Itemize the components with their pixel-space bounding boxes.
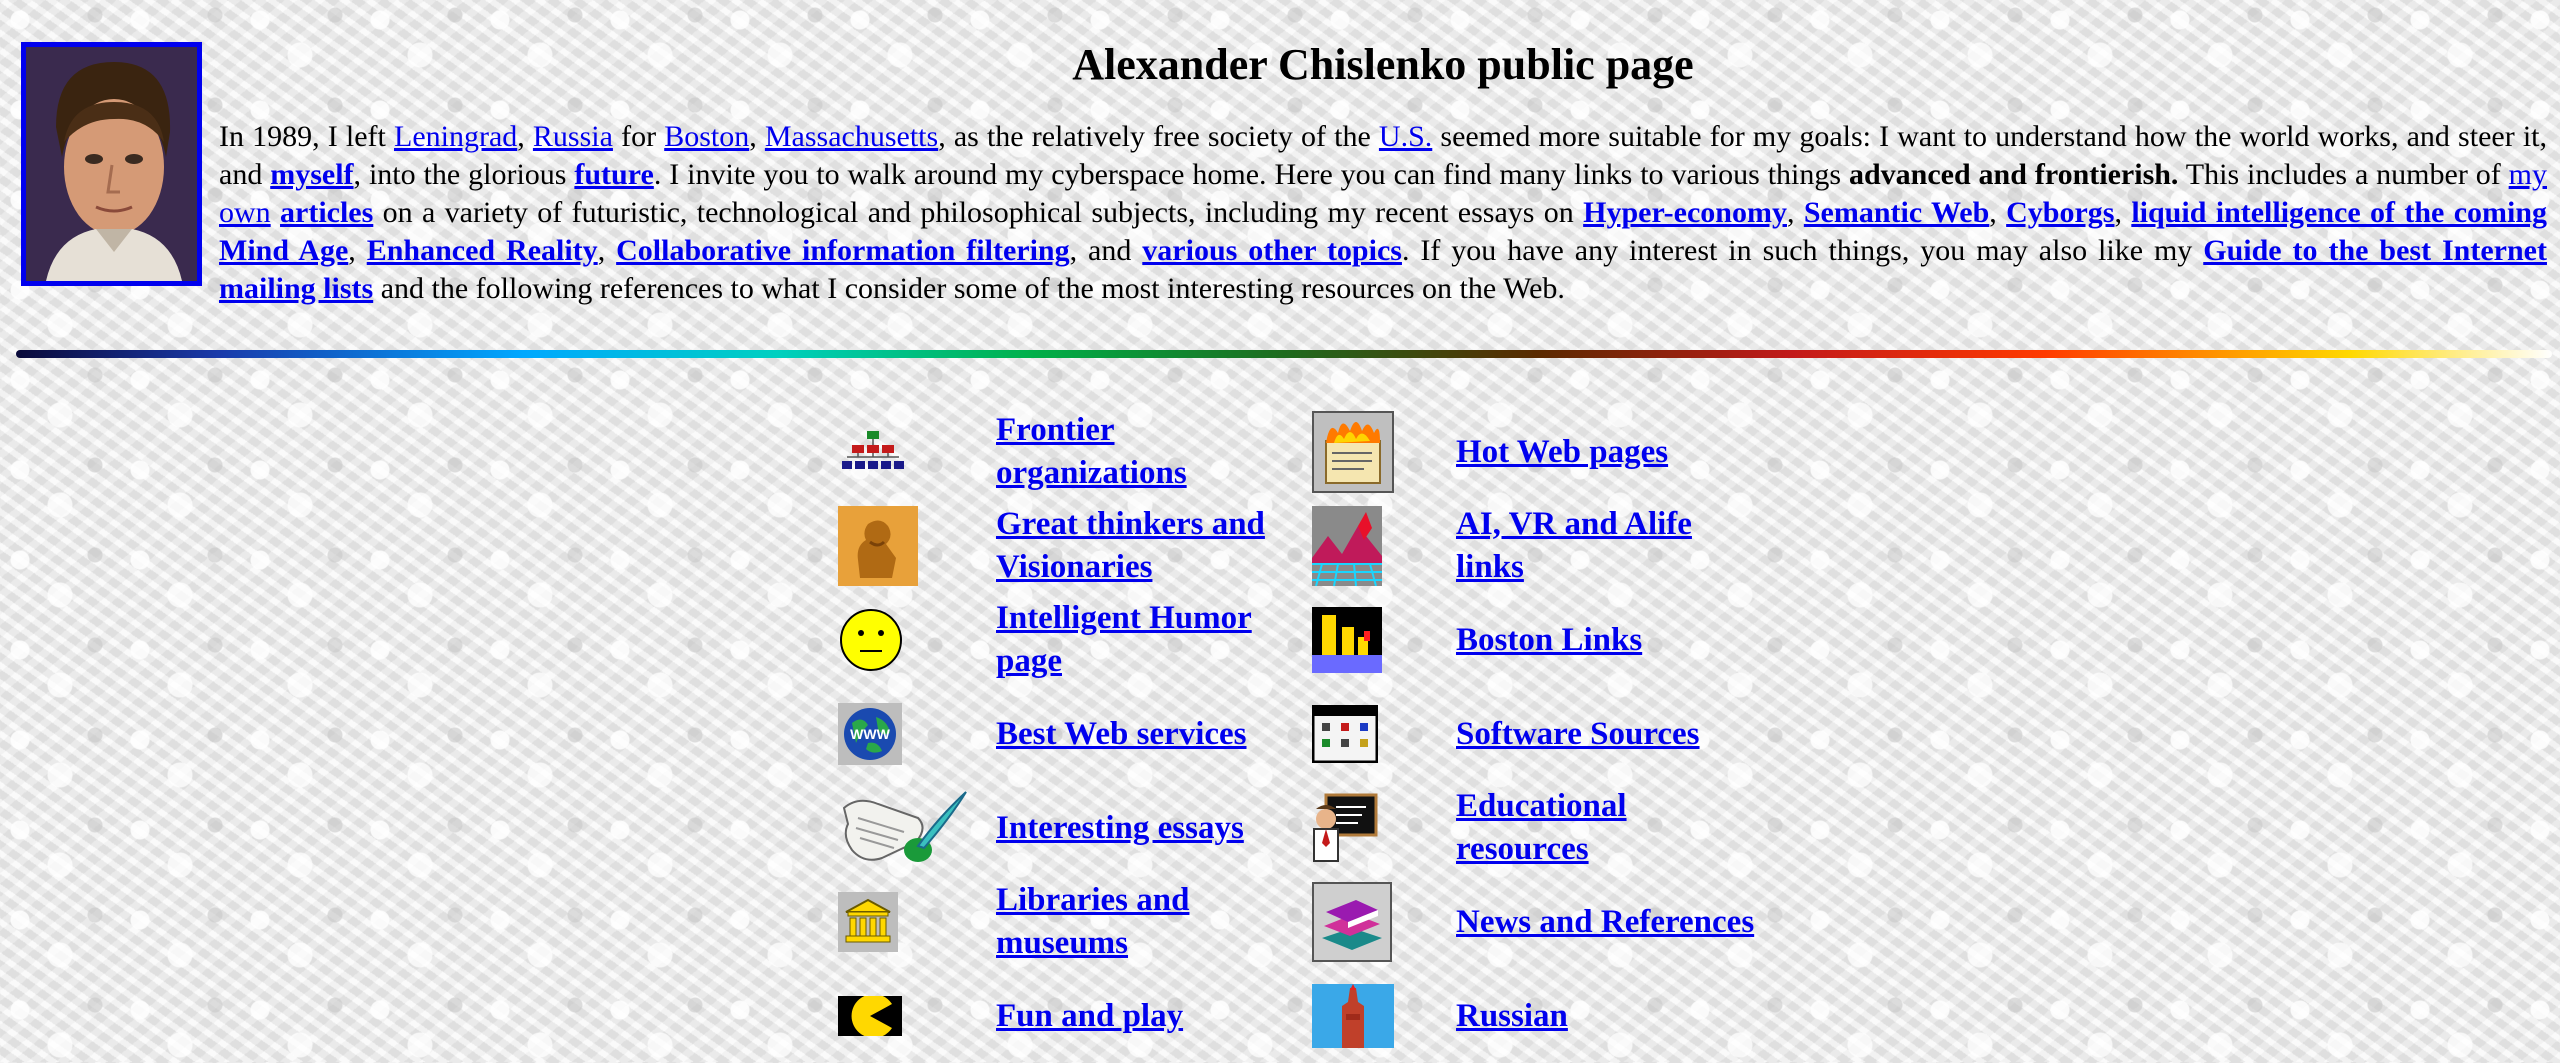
museum-building-icon[interactable] [836,875,996,969]
link-various-other-topics[interactable]: various other topics [1142,234,1402,267]
link-great-thinkers-and-visionaries[interactable]: Great thinkers and Visionaries [996,503,1296,589]
portrait-photo-image [26,47,197,281]
resource-link-cell: Best Web services [996,687,1296,781]
link-software-sources[interactable]: Software Sources [1456,713,1700,756]
link-interesting-essays[interactable]: Interesting essays [996,807,1244,850]
link-leningrad[interactable]: Leningrad [394,120,517,153]
resource-link-cell: Educational resources [1456,781,1756,875]
www-globe-icon[interactable]: WWW [836,687,996,781]
quill-scroll-icon[interactable] [836,781,996,875]
page-title: Alexander Chislenko public page [1072,40,1694,89]
link-boston[interactable]: Boston [664,120,749,153]
intro-text: and the following references to what I c… [373,272,1565,305]
link-hot-web-pages[interactable]: Hot Web pages [1456,431,1668,474]
link-boston-links[interactable]: Boston Links [1456,619,1642,662]
boston-skyline-icon[interactable] [1296,593,1456,687]
rainbow-divider [16,350,2552,358]
smiley-face-icon[interactable] [836,593,996,687]
intro-text: This includes a number of [2178,158,2509,191]
link-ai-vr-and-alife-links[interactable]: AI, VR and Alife links [1456,503,1756,589]
intro-text: . I invite you to walk around my cybersp… [653,158,1849,191]
link-semantic-web[interactable]: Semantic Web [1804,196,1989,229]
stack-of-books-icon[interactable] [1296,875,1456,969]
resource-link-cell: Boston Links [1456,593,1756,687]
intro-text: for [612,120,665,153]
link-articles[interactable]: articles [280,196,373,229]
vr-landscape-icon[interactable] [1296,499,1456,593]
intro-text: , and [1069,234,1143,267]
intro-text: , [348,234,367,267]
bold-text: advanced and frontierish. [1848,158,2179,191]
link-russian[interactable]: Russian [1456,995,1568,1038]
intro-text: , [1989,196,2007,229]
link-intelligent-humor-page[interactable]: Intelligent Humor page [996,597,1296,683]
author-portrait[interactable] [21,42,202,286]
intro-text: , [1786,196,1804,229]
russian-tower-icon[interactable] [1296,969,1456,1063]
intro-text: . If you have any interest in such thing… [1401,234,2204,267]
link-u-s[interactable]: U.S. [1379,120,1432,153]
link-cyborgs[interactable]: Cyborgs [2006,196,2114,229]
resource-link-cell: Great thinkers and Visionaries [996,499,1296,593]
link-libraries-and-museums[interactable]: Libraries and museums [996,879,1296,965]
link-best-web-services[interactable]: Best Web services [996,713,1247,756]
intro-text [271,196,280,229]
resource-link-cell: Fun and play [996,969,1296,1063]
thinker-statue-icon[interactable] [836,499,996,593]
teacher-blackboard-icon[interactable] [1296,781,1456,875]
resource-links-grid: Frontier organizations Hot Web pages Great… [836,405,1756,1063]
resource-link-cell: Intelligent Humor page [996,593,1296,687]
resource-link-cell: Russian [1456,969,1756,1063]
resource-link-cell: Hot Web pages [1456,405,1756,499]
link-fun-and-play[interactable]: Fun and play [996,995,1183,1038]
software-window-icon[interactable] [1296,687,1456,781]
link-russia[interactable]: Russia [533,120,613,153]
link-collaborative-information-filtering[interactable]: Collaborative information filtering [616,234,1069,267]
intro-text: , [749,120,765,153]
svg-text:WWW: WWW [850,726,890,742]
resource-link-cell: Libraries and museums [996,875,1296,969]
link-future[interactable]: future [574,158,653,191]
resource-link-cell: AI, VR and Alife links [1456,499,1756,593]
intro-paragraph: In 1989, I left Leningrad, Russia for Bo… [219,118,2547,308]
resource-link-cell: News and References [1456,875,1756,969]
resource-link-cell: Software Sources [1456,687,1756,781]
intro-text: , [517,120,533,153]
link-enhanced-reality[interactable]: Enhanced Reality [367,234,598,267]
resource-link-cell: Frontier organizations [996,405,1296,499]
organization-chart-icon[interactable] [836,405,996,499]
pacman-icon[interactable] [836,969,996,1063]
resource-link-cell: Interesting essays [996,781,1296,875]
intro-text: , into the glorious [353,158,575,191]
intro-section: Alexander Chislenko public page In 1989,… [219,36,2547,308]
link-myself[interactable]: myself [270,158,353,191]
intro-text: In 1989, I left [219,120,394,153]
intro-text: , [597,234,617,267]
intro-text: , as the relatively free society of the [938,120,1379,153]
link-frontier-organizations[interactable]: Frontier organizations [996,409,1296,495]
intro-text: , [2114,196,2132,229]
intro-text: on a variety of futuristic, technologica… [373,196,1584,229]
link-massachusetts[interactable]: Massachusetts [765,120,938,153]
link-news-and-references[interactable]: News and References [1456,901,1754,944]
link-hyper-economy[interactable]: Hyper-economy [1583,196,1787,229]
burning-scroll-icon[interactable] [1296,405,1456,499]
link-educational-resources[interactable]: Educational resources [1456,785,1756,871]
